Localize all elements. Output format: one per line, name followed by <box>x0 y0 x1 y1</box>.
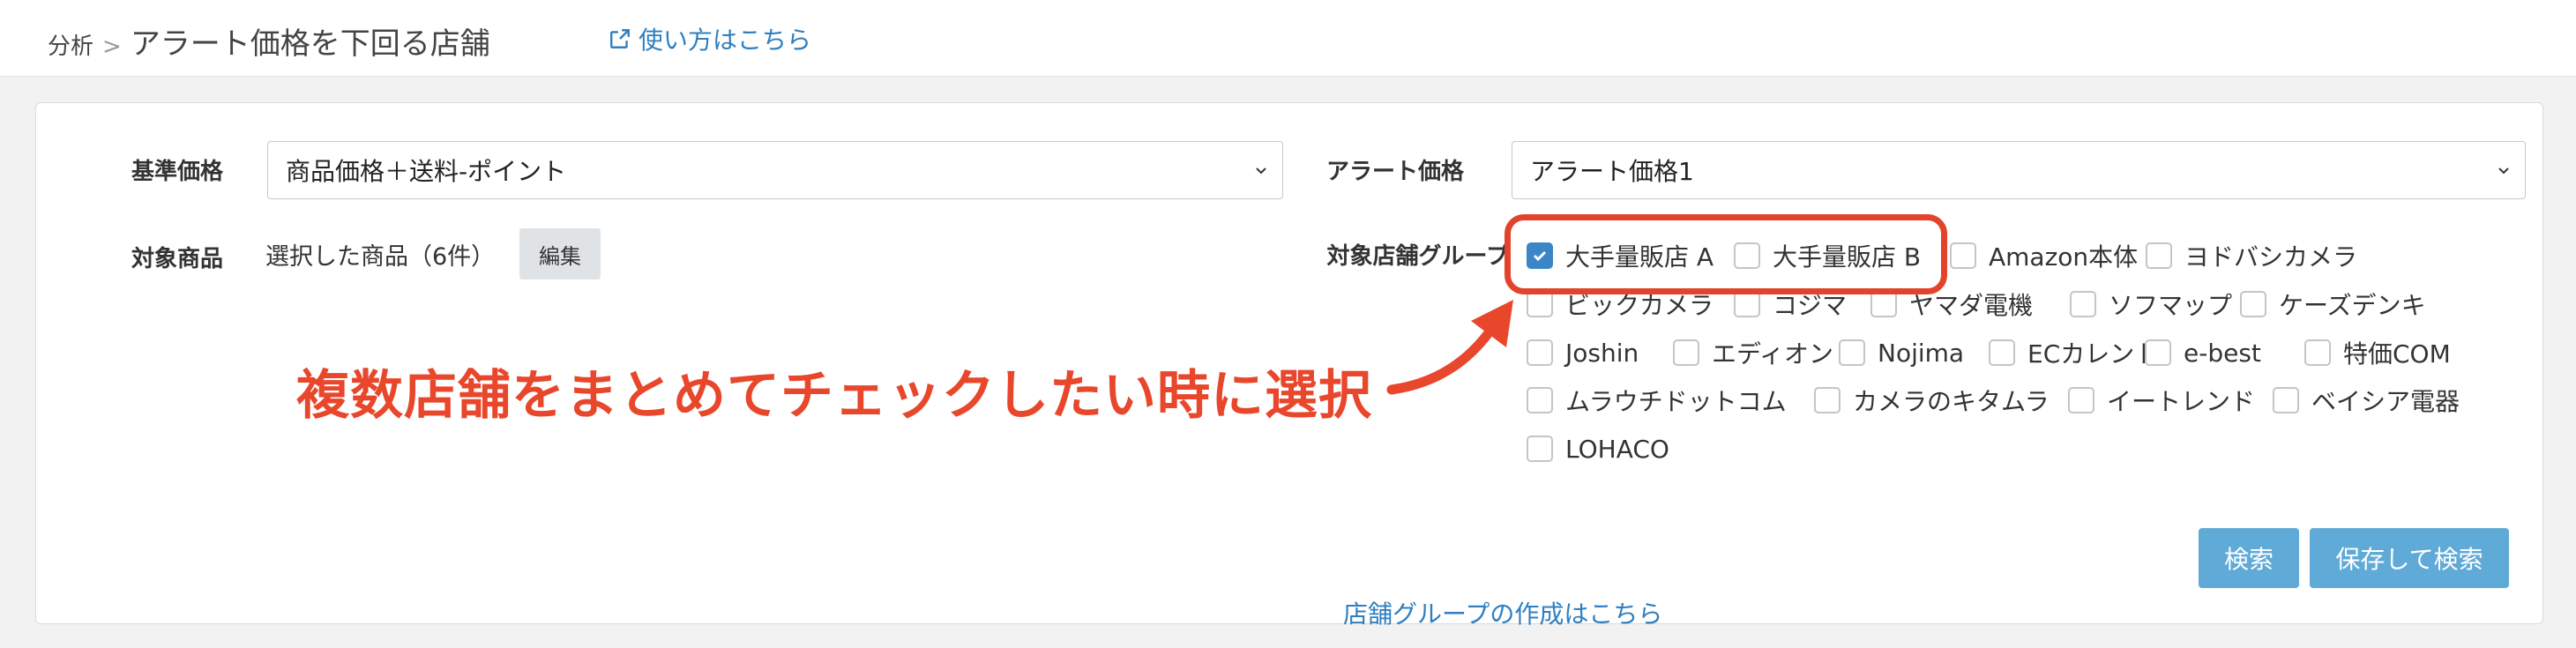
checkbox-icon[interactable] <box>2145 339 2171 366</box>
store-checkbox[interactable]: ソフマップ <box>2070 287 2232 322</box>
alert-price-label: アラート価格 <box>1326 159 1465 185</box>
help-link[interactable]: 使い方はこちら <box>609 21 811 56</box>
checkbox-icon[interactable] <box>1734 291 1760 317</box>
checkbox-icon[interactable] <box>1814 387 1841 413</box>
store-checkbox-label: ソフマップ <box>2109 291 2233 320</box>
top-bar: 分析 > アラート価格を下回る店舗 使い方はこちら <box>0 0 2576 77</box>
store-group-label: 対象店舗グループ <box>1326 243 1509 270</box>
store-checkbox-label: ケーズデンキ <box>2279 291 2426 320</box>
store-checkbox[interactable]: Nojima <box>1839 335 1964 370</box>
search-button[interactable]: 検索 <box>2199 528 2299 588</box>
store-checkbox-label: Joshin <box>1565 338 1639 368</box>
chevron-down-icon <box>1256 168 1266 175</box>
base-price-select[interactable]: 商品価格＋送料-ポイント <box>267 141 1283 199</box>
store-checkbox-label: Nojima <box>1878 338 1965 368</box>
checkbox-icon[interactable] <box>1839 339 1865 366</box>
store-checkbox[interactable]: Joshin <box>1527 335 1639 370</box>
store-checkbox[interactable]: ECカレント <box>1989 335 2159 370</box>
base-price-label: 基準価格 <box>131 159 224 185</box>
store-checkbox-label: LOHACO <box>1565 434 1669 464</box>
store-checkbox[interactable]: Amazon本体 <box>1950 238 2138 273</box>
checkbox-icon[interactable] <box>2146 242 2172 269</box>
help-link-label: 使い方はこちら <box>638 26 812 55</box>
save-and-search-button[interactable]: 保存して検索 <box>2310 528 2509 588</box>
checkbox-icon[interactable] <box>1870 291 1897 317</box>
store-checkbox[interactable]: LOHACO <box>1527 431 1669 466</box>
checkbox-icon[interactable] <box>2068 387 2094 413</box>
store-checkbox[interactable]: ムラウチドットコム <box>1527 383 1787 418</box>
external-link-icon <box>610 29 630 48</box>
store-checkbox-label: エディオン <box>1712 339 1834 369</box>
create-store-group-link[interactable]: 店舗グループの作成はこちら <box>1343 595 1662 630</box>
store-checkbox-label: ベイシア電器 <box>2311 387 2460 416</box>
annotation-text: 複数店舗をまとめてチェックしたい時に選択 <box>296 365 1372 427</box>
store-checkbox[interactable]: ベイシア電器 <box>2273 383 2460 418</box>
checkbox-icon[interactable] <box>1950 242 1976 269</box>
checkbox-icon[interactable] <box>2240 291 2266 317</box>
base-price-value: 商品価格＋送料-ポイント <box>286 157 567 186</box>
store-checkbox[interactable]: 特価COM <box>2304 335 2451 370</box>
highlight-frame <box>1505 214 1947 294</box>
checkbox-icon[interactable] <box>1673 339 1699 366</box>
checkbox-icon[interactable] <box>2304 339 2331 366</box>
breadcrumb-separator: > <box>102 34 122 60</box>
checkbox-icon[interactable] <box>1527 436 1553 462</box>
target-product-label: 対象商品 <box>131 246 224 272</box>
store-checkbox[interactable]: イートレンド <box>2068 383 2255 418</box>
alert-price-select[interactable]: アラート価格1 <box>1512 141 2526 199</box>
breadcrumb: 分析 > アラート価格を下回る店舗 <box>48 19 490 62</box>
store-checkbox[interactable]: ヨドバシカメラ <box>2146 238 2357 273</box>
edit-products-button[interactable]: 編集 <box>519 228 601 279</box>
store-checkbox-label: Amazon本体 <box>1989 242 2139 272</box>
store-checkbox-label: e-best <box>2184 338 2261 368</box>
store-checkbox-label: ECカレント <box>2027 339 2160 369</box>
breadcrumb-parent[interactable]: 分析 <box>48 28 93 61</box>
store-checkbox[interactable]: e-best <box>2145 335 2261 370</box>
store-checkbox-label: カメラのキタムラ <box>1853 387 2050 416</box>
target-product-value: 選択した商品（6件） <box>265 243 496 271</box>
store-checkbox[interactable]: エディオン <box>1673 335 1833 370</box>
store-checkbox[interactable]: ケーズデンキ <box>2240 287 2426 322</box>
checkbox-icon[interactable] <box>1989 339 2015 366</box>
chevron-down-icon <box>2498 168 2509 175</box>
checkbox-icon[interactable] <box>2273 387 2299 413</box>
annotation-arrow-icon <box>1386 300 1513 395</box>
page-title: アラート価格を下回る店舗 <box>130 26 490 62</box>
checkbox-icon[interactable] <box>2070 291 2096 317</box>
store-checkbox-label: 特価COM <box>2343 339 2451 369</box>
alert-price-value: アラート価格1 <box>1530 157 1694 186</box>
store-checkbox[interactable]: カメラのキタムラ <box>1814 383 2050 418</box>
store-checkbox-label: イートレンド <box>2107 387 2256 416</box>
store-checkbox-label: ムラウチドットコム <box>1565 387 1787 416</box>
store-checkbox-label: ヨドバシカメラ <box>2184 242 2358 272</box>
